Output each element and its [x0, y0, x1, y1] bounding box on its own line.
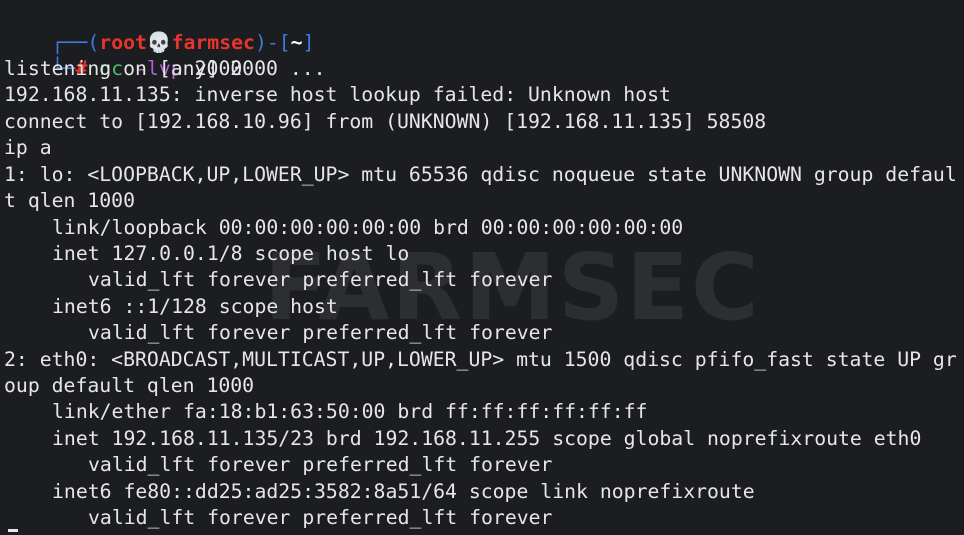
output-line: valid_lft forever preferred_lft forever: [88, 268, 553, 291]
output-line: 1: lo: <LOOPBACK,UP,LOWER_UP> mtu 65536 …: [4, 163, 957, 186]
prompt-dir: ~: [290, 31, 303, 54]
output-line: connect to [192.168.10.96] from (UNKNOWN…: [4, 110, 767, 133]
output-line: listening on [any] 2000 ...: [4, 57, 326, 80]
output-line: inet 192.168.11.135/23 brd 192.168.11.25…: [52, 427, 922, 450]
prompt-line-1: ┌──(root💀farmsec)-[~]: [4, 4, 315, 54]
output-line: 2: eth0: <BROADCAST,MULTICAST,UP,LOWER_U…: [4, 348, 957, 371]
output-line: inet 127.0.0.1/8 scope host lo: [52, 242, 410, 265]
output-line: valid_lft forever preferred_lft forever: [88, 321, 553, 344]
output-line: inet6 ::1/128 scope host: [52, 295, 338, 318]
output-line: oup default qlen 1000: [4, 374, 255, 397]
output-line: link/ether fa:18:b1:63:50:00 brd ff:ff:f…: [52, 400, 648, 423]
output-line: link/loopback 00:00:00:00:00:00 brd 00:0…: [52, 216, 684, 239]
prompt-close: ]: [302, 31, 315, 54]
output-line: inet6 fe80::dd25:ad25:3582:8a51/64 scope…: [52, 480, 755, 503]
output-line: 192.168.11.135: inverse host lookup fail…: [4, 83, 671, 106]
terminal-window[interactable]: FARMSEC ┌──(root💀farmsec)-[~] └─# nc -lv…: [2, 2, 962, 533]
output-line: valid_lft forever preferred_lft forever: [88, 506, 553, 529]
prompt-line-2: └─# nc -lvp 2000: [4, 30, 243, 80]
output-line: valid_lft forever preferred_lft forever: [88, 453, 553, 476]
output-line: t qlen 1000: [4, 189, 136, 212]
terminal-cursor: [8, 529, 18, 532]
output-line: ip a: [4, 136, 52, 159]
prompt-separator: )-[: [254, 31, 291, 54]
